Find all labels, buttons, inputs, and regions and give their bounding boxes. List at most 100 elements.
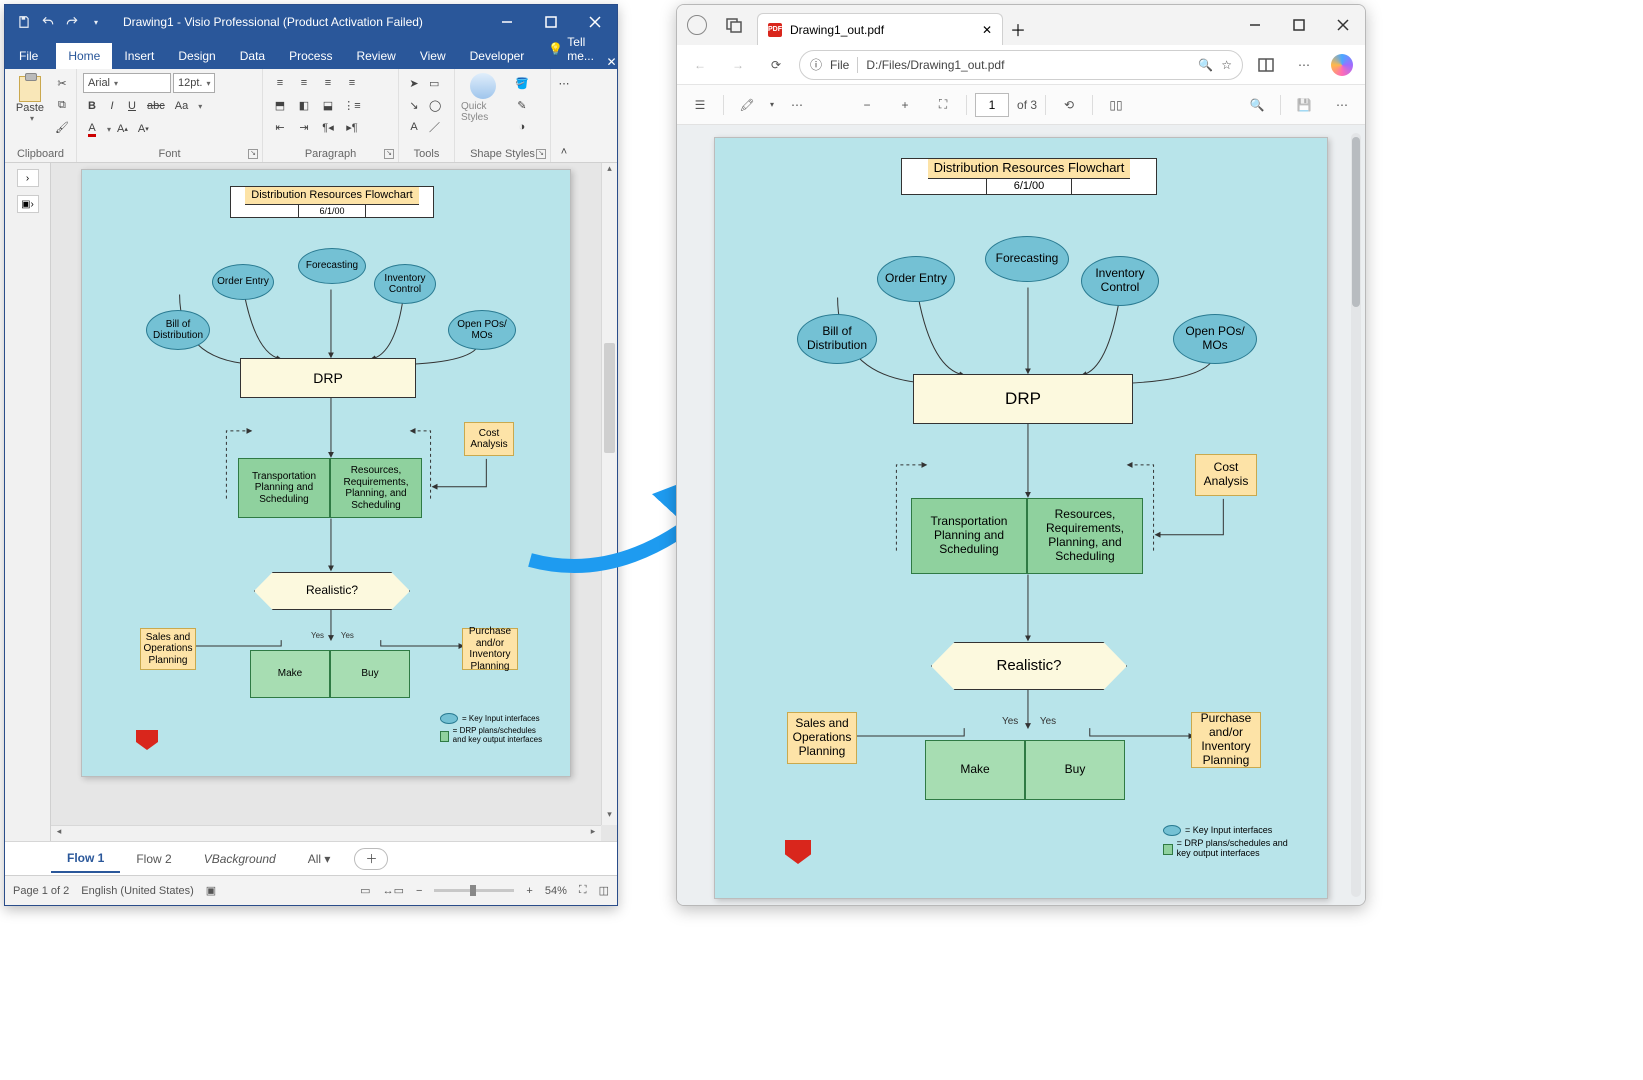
pointer-tool-button[interactable]: ➤ [405,73,423,93]
redo-icon[interactable] [63,13,81,31]
tab-process[interactable]: Process [277,43,344,69]
highlight-button[interactable]: 🖍 [732,90,762,120]
save-pdf-button[interactable]: 💾 [1289,90,1319,120]
edge-maximize-button[interactable] [1277,5,1321,45]
tab-review[interactable]: Review [344,43,407,69]
undo-icon[interactable] [39,13,57,31]
align-justify-button[interactable]: ≡ [341,73,363,93]
node-forecasting[interactable]: Forecasting [298,248,366,284]
pdf-toolbar-more-button[interactable]: ⋯ [1327,90,1357,120]
decrease-indent-button[interactable]: ⇤ [269,117,291,137]
refresh-button[interactable]: ⟳ [761,50,791,80]
collapse-ribbon-button[interactable]: ˄ [555,142,573,162]
settings-menu-button[interactable]: ⋯ [1289,50,1319,80]
zoom-slider[interactable] [434,889,514,892]
font-color-button[interactable]: A [83,119,101,139]
shrink-font-button[interactable]: A▾ [134,119,153,139]
tab-view[interactable]: View [408,43,458,69]
font-name-combo[interactable]: Arial▾ [83,73,171,93]
find-button[interactable]: 🔍 [1242,90,1272,120]
pdf-more-button[interactable]: ⋯ [782,90,812,120]
shapestyles-launcher[interactable]: ↘ [536,149,546,159]
back-button[interactable]: ← [685,50,715,80]
tab-data[interactable]: Data [228,43,277,69]
zoom-in-button[interactable]: + [526,885,532,897]
connector-tool-button[interactable]: ↘ [405,95,423,115]
bullets-button[interactable]: ⋮≡ [341,95,363,115]
node-inventory[interactable]: Inventory Control [374,264,436,304]
line-button[interactable]: ✎ [511,95,533,115]
pagetab-vbackground[interactable]: VBackground [188,846,292,872]
canvas[interactable]: Yes Yes Distribution Resources Flowchart… [51,163,617,841]
underline-button[interactable]: U [123,96,141,116]
cut-button[interactable]: ✂ [51,73,73,93]
tab-close-button[interactable]: ✕ [982,23,992,37]
presentation-mode-icon[interactable]: ▭ [360,884,370,897]
node-make[interactable]: Make [250,650,330,698]
vertical-scrollbar[interactable]: ▴▾ [601,163,617,825]
copy-button[interactable]: ⧉ [51,95,73,115]
address-bar[interactable]: ⓘ File D:/Files/Drawing1_out.pdf 🔍 ☆ [799,50,1243,80]
rtl-button[interactable]: ¶◂ [317,117,339,137]
zoom-in-pdf-button[interactable]: + [890,90,920,120]
browser-tab[interactable]: PDF Drawing1_out.pdf ✕ [757,13,1003,45]
add-page-button[interactable]: ＋ [354,848,388,870]
paragraph-launcher[interactable]: ↘ [384,149,394,159]
contents-button[interactable]: ☰ [685,90,715,120]
align-middle-button[interactable]: ◧ [293,95,315,115]
effects-button[interactable]: ◑ [511,117,533,137]
node-cost[interactable]: Cost Analysis [464,422,514,456]
bold-button[interactable]: B [83,96,101,116]
fit-page-icon[interactable]: ⛶ [579,884,587,897]
increase-indent-button[interactable]: ⇥ [293,117,315,137]
macro-record-icon[interactable]: ▣ [206,884,216,897]
new-tab-button[interactable]: ＋ [1003,13,1033,45]
align-bottom-button[interactable]: ⬓ [317,95,339,115]
node-pos[interactable]: Open POs/ MOs [448,310,516,350]
horizontal-scrollbar[interactable]: ◂▸ [51,825,601,841]
ribbon-overflow-button[interactable]: ⋯ [555,73,574,93]
qat-customize-icon[interactable]: ▾ [87,13,105,31]
zoom-out-pdf-button[interactable]: − [852,90,882,120]
shapes-tab-icon[interactable]: ▣› [17,195,39,213]
chevron-down-icon[interactable]: ▾ [770,100,774,109]
pdf-viewport[interactable]: Yes Yes Distribution Resources Flowchart… [677,125,1365,905]
zoom-indicator-icon[interactable]: 🔍 [1198,58,1213,72]
align-left-button[interactable]: ≡ [269,73,291,93]
grow-font-button[interactable]: A▴ [113,119,132,139]
align-top-button[interactable]: ⬒ [269,95,291,115]
node-order-entry[interactable]: Order Entry [212,264,274,300]
node-buy[interactable]: Buy [330,650,410,698]
pdf-page[interactable]: Yes Yes Distribution Resources Flowchart… [714,137,1328,899]
minimize-button[interactable] [485,5,529,39]
save-icon[interactable] [15,13,33,31]
line-tool-button[interactable]: ／ [425,117,444,137]
node-rrps[interactable]: Resources, Requirements, Planning, and S… [330,458,422,518]
zoom-level[interactable]: 54% [545,885,567,897]
status-language[interactable]: English (United States) [81,885,194,897]
ltr-button[interactable]: ▸¶ [341,117,363,137]
page-number-input[interactable] [975,93,1009,117]
fit-page-pdf-button[interactable]: ⛶ [928,90,958,120]
fill-button[interactable]: 🪣 [511,73,533,93]
tab-design[interactable]: Design [166,43,227,69]
node-tps[interactable]: Transportation Planning and Scheduling [238,458,330,518]
tab-home[interactable]: Home [56,43,112,69]
expand-shapes-button[interactable]: › [17,169,39,187]
italic-button[interactable]: I [103,96,121,116]
offpage-icon[interactable] [136,730,158,750]
profile-button[interactable] [677,5,717,45]
tab-insert[interactable]: Insert [112,43,166,69]
edge-vertical-scrollbar[interactable] [1351,133,1361,897]
ellipse-tool-button[interactable]: ◯ [425,95,445,115]
rect-tool-button[interactable]: ▭ [425,73,443,93]
tab-developer[interactable]: Developer [458,43,537,69]
align-center-button[interactable]: ≡ [293,73,315,93]
node-pip[interactable]: Purchase and/or Inventory Planning [462,628,518,670]
tab-file[interactable]: File [5,43,52,69]
rotate-button[interactable]: ⟲ [1054,90,1084,120]
site-info-icon[interactable]: ⓘ [810,56,822,73]
pagetab-all[interactable]: All ▾ [292,846,347,872]
page-view-button[interactable]: ▯▯ [1101,90,1131,120]
text-tool-button[interactable]: A [405,117,423,137]
